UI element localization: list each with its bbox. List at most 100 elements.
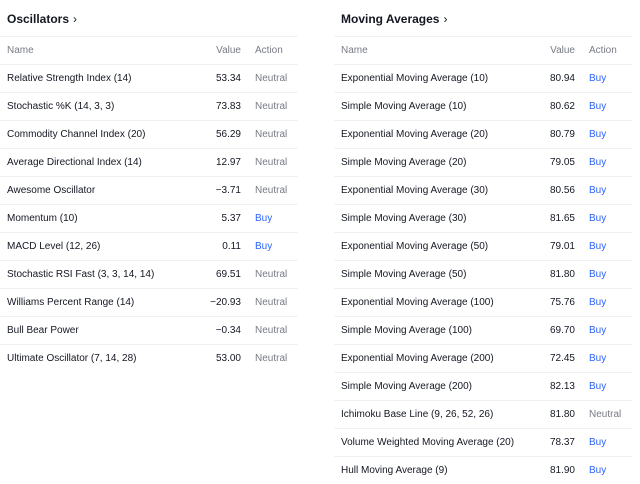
table-row: Exponential Moving Average (200) 72.45 Buy bbox=[334, 344, 632, 372]
indicator-name: Exponential Moving Average (50) bbox=[341, 241, 489, 252]
table-row: Simple Moving Average (100) 69.70 Buy bbox=[334, 316, 632, 344]
table-row: Exponential Moving Average (20) 80.79 Buy bbox=[334, 120, 632, 148]
action-signal: Buy bbox=[255, 241, 273, 252]
table-row: Simple Moving Average (20) 79.05 Buy bbox=[334, 148, 632, 176]
action-signal: Buy bbox=[589, 437, 607, 448]
indicator-name: Stochastic RSI Fast (3, 3, 14, 14) bbox=[7, 269, 155, 280]
action-signal: Buy bbox=[589, 157, 607, 168]
table-row: Ichimoku Base Line (9, 26, 52, 26) 81.80 N… bbox=[334, 400, 632, 428]
action-signal: Neutral bbox=[255, 101, 288, 112]
action-signal: Buy bbox=[589, 213, 607, 224]
oscillators-header-row: Name Value Action bbox=[0, 36, 298, 64]
table-row: Commodity Channel Index (20) 56.29 Neutral bbox=[0, 120, 298, 148]
indicator-name: Simple Moving Average (100) bbox=[341, 325, 472, 336]
oscillators-title-link[interactable]: Oscillators › bbox=[0, 0, 298, 36]
indicator-name: Simple Moving Average (20) bbox=[341, 157, 467, 168]
table-row: Volume Weighted Moving Average (20) 78.37… bbox=[334, 428, 632, 456]
table-row: Exponential Moving Average (100) 75.76 Buy bbox=[334, 288, 632, 316]
indicator-value: 81.80 bbox=[549, 269, 575, 280]
indicator-value: 12.97 bbox=[215, 157, 241, 168]
table-row: Stochastic %K (14, 3, 3) 73.83 Neutral bbox=[0, 92, 298, 120]
chevron-right-icon: › bbox=[73, 12, 78, 26]
table-row: Simple Moving Average (10) 80.62 Buy bbox=[334, 92, 632, 120]
indicator-value: 81.65 bbox=[549, 213, 575, 224]
moving-averages-table-body: Exponential Moving Average (10) 80.94 Buy S… bbox=[334, 64, 632, 484]
table-row: Exponential Moving Average (50) 79.01 Buy bbox=[334, 232, 632, 260]
indicator-value: 73.83 bbox=[215, 101, 241, 112]
column-header-value: Value bbox=[550, 45, 575, 56]
table-row: Relative Strength Index (14) 53.34 Neutral bbox=[0, 64, 298, 92]
indicator-value: 81.80 bbox=[549, 409, 575, 420]
indicator-value: 0.11 bbox=[222, 241, 241, 252]
column-header-action: Action bbox=[255, 45, 283, 56]
technicals-view: Oscillators › Name Value Action Relative… bbox=[0, 0, 640, 484]
action-signal: Neutral bbox=[255, 297, 288, 308]
indicator-name: Simple Moving Average (200) bbox=[341, 381, 472, 392]
indicator-value: 5.37 bbox=[221, 213, 241, 224]
indicator-name: Exponential Moving Average (20) bbox=[341, 129, 489, 140]
indicator-value: −3.71 bbox=[215, 185, 241, 196]
column-header-value: Value bbox=[216, 45, 241, 56]
indicator-value: 75.76 bbox=[549, 297, 575, 308]
table-row: Momentum (10) 5.37 Buy bbox=[0, 204, 298, 232]
indicator-name: Ichimoku Base Line (9, 26, 52, 26) bbox=[341, 409, 494, 420]
indicator-value: −0.34 bbox=[215, 325, 241, 336]
action-signal: Neutral bbox=[255, 129, 288, 140]
indicator-value: 56.29 bbox=[215, 129, 241, 140]
action-signal: Buy bbox=[589, 325, 607, 336]
indicator-value: 78.37 bbox=[549, 437, 575, 448]
action-signal: Buy bbox=[589, 241, 607, 252]
indicator-name: Simple Moving Average (50) bbox=[341, 269, 467, 280]
table-row: Exponential Moving Average (30) 80.56 Buy bbox=[334, 176, 632, 204]
indicator-value: 69.51 bbox=[215, 269, 241, 280]
table-row: Simple Moving Average (30) 81.65 Buy bbox=[334, 204, 632, 232]
chevron-right-icon: › bbox=[443, 12, 448, 26]
table-row: Simple Moving Average (50) 81.80 Buy bbox=[334, 260, 632, 288]
action-signal: Buy bbox=[589, 73, 607, 84]
indicator-value: 80.79 bbox=[549, 129, 575, 140]
indicator-value: 80.56 bbox=[549, 185, 575, 196]
indicator-name: Simple Moving Average (30) bbox=[341, 213, 467, 224]
indicator-value: 80.94 bbox=[549, 73, 575, 84]
indicator-name: Williams Percent Range (14) bbox=[7, 297, 135, 308]
indicator-value: 69.70 bbox=[549, 325, 575, 336]
indicator-value: 79.01 bbox=[549, 241, 575, 252]
indicator-value: 72.45 bbox=[549, 353, 575, 364]
table-row: Average Directional Index (14) 12.97 Neutr… bbox=[0, 148, 298, 176]
indicator-value: 82.13 bbox=[549, 381, 575, 392]
indicator-name: Awesome Oscillator bbox=[7, 185, 96, 196]
action-signal: Buy bbox=[589, 297, 607, 308]
table-row: Stochastic RSI Fast (3, 3, 14, 14) 69.51 N… bbox=[0, 260, 298, 288]
indicator-name: Hull Moving Average (9) bbox=[341, 465, 448, 476]
action-signal: Buy bbox=[589, 185, 607, 196]
action-signal: Neutral bbox=[255, 353, 288, 364]
indicator-name: MACD Level (12, 26) bbox=[7, 241, 101, 252]
action-signal: Buy bbox=[589, 269, 607, 280]
indicator-name: Momentum (10) bbox=[7, 213, 78, 224]
oscillators-table-body: Relative Strength Index (14) 53.34 Neutral… bbox=[0, 64, 298, 372]
oscillators-panel: Oscillators › Name Value Action Relative… bbox=[0, 0, 298, 372]
indicator-value: 81.90 bbox=[549, 465, 575, 476]
moving-averages-title: Moving Averages bbox=[341, 12, 440, 26]
action-signal: Buy bbox=[589, 381, 607, 392]
indicator-value: 53.34 bbox=[215, 73, 241, 84]
table-row: MACD Level (12, 26) 0.11 Buy bbox=[0, 232, 298, 260]
indicator-name: Relative Strength Index (14) bbox=[7, 73, 132, 84]
indicator-value: 79.05 bbox=[549, 157, 575, 168]
indicator-name: Ultimate Oscillator (7, 14, 28) bbox=[7, 353, 137, 364]
oscillators-title: Oscillators bbox=[7, 12, 70, 26]
indicator-name: Volume Weighted Moving Average (20) bbox=[341, 437, 515, 448]
indicator-value: 53.00 bbox=[215, 353, 241, 364]
indicator-name: Exponential Moving Average (30) bbox=[341, 185, 489, 196]
indicator-name: Exponential Moving Average (100) bbox=[341, 297, 494, 308]
action-signal: Neutral bbox=[255, 269, 288, 280]
moving-averages-panel: Moving Averages › Name Value Action Expo… bbox=[334, 0, 632, 484]
table-row: Simple Moving Average (200) 82.13 Buy bbox=[334, 372, 632, 400]
column-header-action: Action bbox=[589, 45, 617, 56]
indicator-name: Exponential Moving Average (10) bbox=[341, 73, 489, 84]
column-header-name: Name bbox=[7, 45, 34, 56]
table-row: Ultimate Oscillator (7, 14, 28) 53.00 Neut… bbox=[0, 344, 298, 372]
moving-averages-title-link[interactable]: Moving Averages › bbox=[334, 0, 632, 36]
action-signal: Neutral bbox=[589, 409, 622, 420]
action-signal: Neutral bbox=[255, 73, 288, 84]
